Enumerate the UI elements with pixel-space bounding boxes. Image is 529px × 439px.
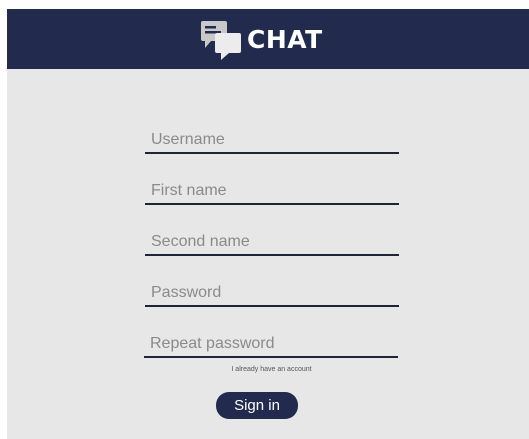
brand-title: CHAT — [247, 25, 323, 54]
second-name-field[interactable] — [145, 230, 399, 256]
already-have-account-link[interactable]: I already have an account — [144, 366, 399, 373]
header-bar: CHAT — [7, 9, 529, 69]
chat-bubbles-icon — [201, 21, 241, 60]
password-field[interactable] — [145, 281, 399, 307]
sign-in-button[interactable]: Sign in — [216, 392, 298, 419]
first-name-field[interactable] — [145, 179, 399, 205]
app-window: CHAT I already have an account Sign in — [7, 9, 529, 439]
username-field[interactable] — [145, 128, 399, 154]
repeat-password-field[interactable] — [144, 332, 398, 358]
